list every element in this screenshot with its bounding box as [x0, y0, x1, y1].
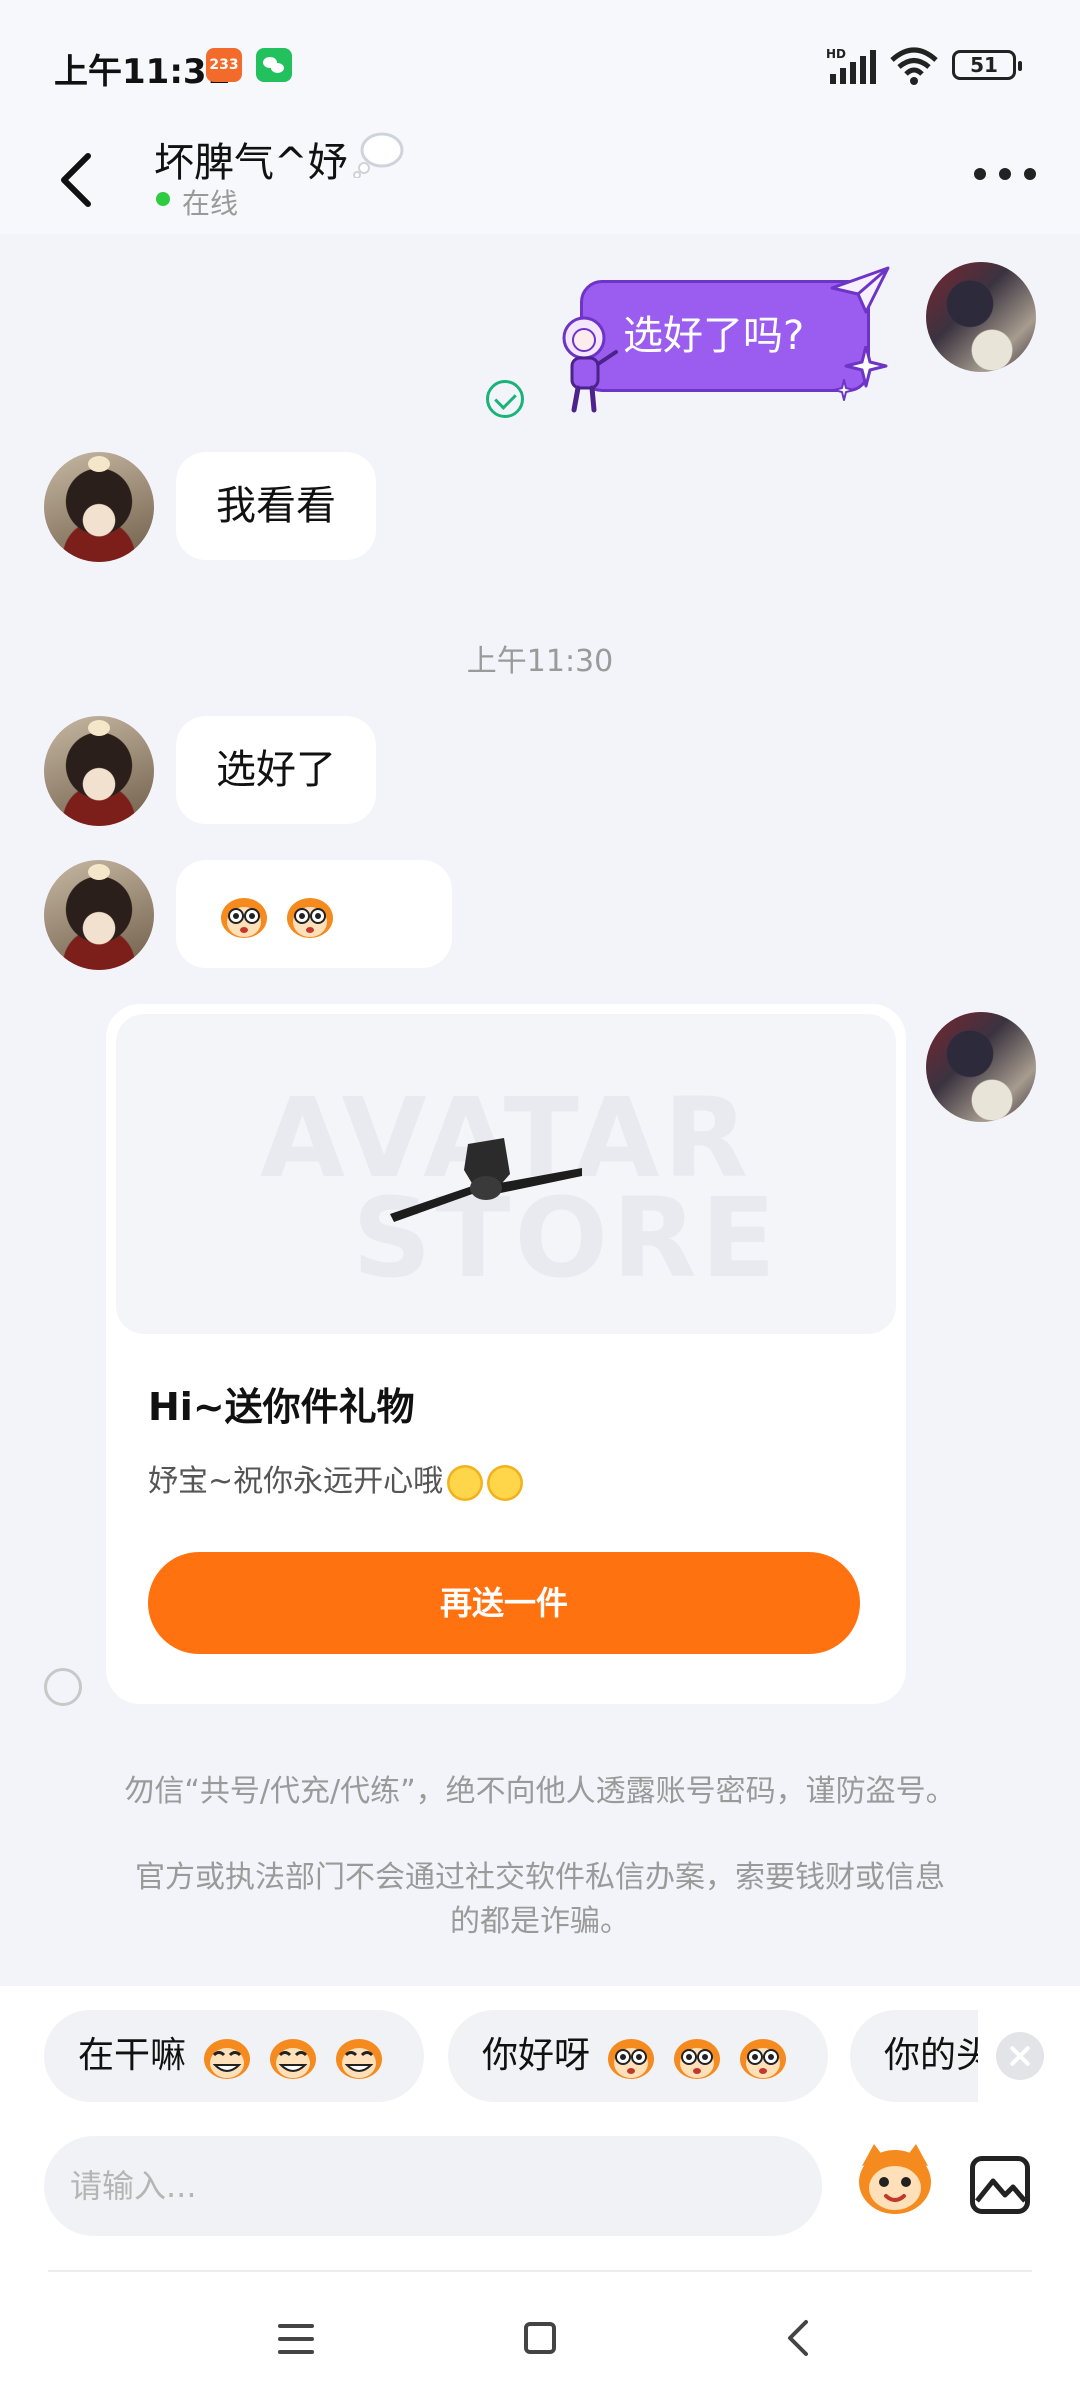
contact-avatar[interactable]: [44, 452, 154, 562]
glasses-item-icon: [390, 1138, 582, 1222]
monkey-wow-emoji-icon: [740, 2039, 787, 2079]
chat-header: 坏脾气^妤 在线: [0, 130, 1080, 234]
divider: [48, 2270, 1032, 2272]
message-input[interactable]: [44, 2136, 822, 2236]
gift-card[interactable]: AVATAR STORE Hi~送你件礼物 妤宝~祝你永远开心哦 再送一件: [106, 1004, 906, 1704]
message-timestamp: 上午11:30: [466, 644, 614, 679]
gift-image: AVATAR STORE: [116, 1014, 896, 1334]
paper-plane-icon: [830, 266, 890, 320]
nav-home-button[interactable]: [524, 2322, 556, 2354]
monkey-grin-emoji-icon: [336, 2039, 383, 2079]
self-avatar[interactable]: [926, 1012, 1036, 1122]
select-radio[interactable]: [44, 1668, 82, 1706]
robot-sticker-icon: [552, 314, 622, 418]
fraud-notice-line1: 官方或执法部门不会通过社交软件私信办案，索要钱财或信息: [135, 1860, 945, 1895]
self-avatar[interactable]: [926, 262, 1036, 372]
quick-reply-chip[interactable]: 在干嘛: [44, 2010, 424, 2102]
back-button[interactable]: [48, 144, 104, 216]
monkey-wow-emoji-icon: [221, 898, 267, 938]
contact-avatar[interactable]: [44, 716, 154, 826]
monkey-grin-emoji-icon: [204, 2039, 251, 2079]
monkey-wow-emoji-icon: [287, 898, 333, 938]
online-status: 在线: [182, 187, 239, 220]
svg-text:HD: HD: [826, 47, 846, 61]
contact-name[interactable]: 坏脾气^妤: [154, 130, 348, 188]
wifi-icon: [888, 46, 940, 90]
gift-title: Hi~送你件礼物: [148, 1385, 415, 1429]
sticker-button[interactable]: [852, 2136, 938, 2222]
chevron-left-icon: [788, 2320, 808, 2356]
quick-reply-chip[interactable]: 你的头: [850, 2010, 978, 2102]
kiss-emoji-icon: [487, 1464, 524, 1501]
gift-message: 妤宝~祝你永远开心哦: [148, 1456, 524, 1501]
chevron-left-icon: [61, 153, 91, 207]
status-bar: 上午11:31 233 HD 51: [0, 0, 1080, 130]
more-options-button[interactable]: [972, 152, 1038, 192]
send-another-gift-button[interactable]: 再送一件: [148, 1552, 860, 1654]
quick-reply-chip[interactable]: 你好呀: [448, 2010, 828, 2102]
nav-back-button[interactable]: [778, 2316, 818, 2360]
image-icon: [975, 2178, 1027, 2203]
kiss-emoji-icon: [447, 1464, 484, 1501]
monkey-wow-emoji-icon: [608, 2039, 655, 2079]
image-picker-button[interactable]: [970, 2156, 1030, 2214]
nav-menu-button[interactable]: [278, 2324, 314, 2354]
composer-area: 在干嘛 你好呀 你的头 请输入...: [0, 1986, 1080, 2400]
thought-bubble-icon: [352, 130, 406, 182]
close-quick-replies-button[interactable]: [996, 2032, 1044, 2080]
status-time: 上午11:31: [54, 52, 231, 92]
app-233-icon: 233: [206, 48, 242, 82]
received-message-bubble[interactable]: 选好了: [176, 716, 376, 824]
monkey-sticker-icon: [859, 2144, 931, 2214]
sparkle-icon: [830, 344, 890, 410]
monkey-grin-emoji-icon: [270, 2039, 317, 2079]
message-text: 选好了: [216, 747, 336, 793]
read-receipt-check-icon: [486, 380, 524, 418]
security-notice: 勿信“共号/代充/代练”，绝不向他人透露账号密码，谨防盗号。: [124, 1774, 956, 1809]
sent-message-bubble[interactable]: 选好了吗?: [580, 280, 870, 392]
fraud-notice-line2: 的都是诈骗。: [450, 1904, 630, 1939]
battery-icon: 51: [952, 50, 1022, 80]
received-emoji-bubble[interactable]: [176, 860, 452, 1046]
contact-avatar[interactable]: [44, 860, 154, 970]
wechat-icon: [256, 48, 292, 82]
monkey-wow-emoji-icon: [674, 2039, 721, 2079]
message-text: 选好了吗?: [623, 313, 805, 359]
online-indicator: [156, 192, 170, 206]
message-text: 我看看: [216, 483, 336, 529]
signal-icon: HD: [826, 46, 880, 90]
received-message-bubble[interactable]: 我看看: [176, 452, 376, 560]
